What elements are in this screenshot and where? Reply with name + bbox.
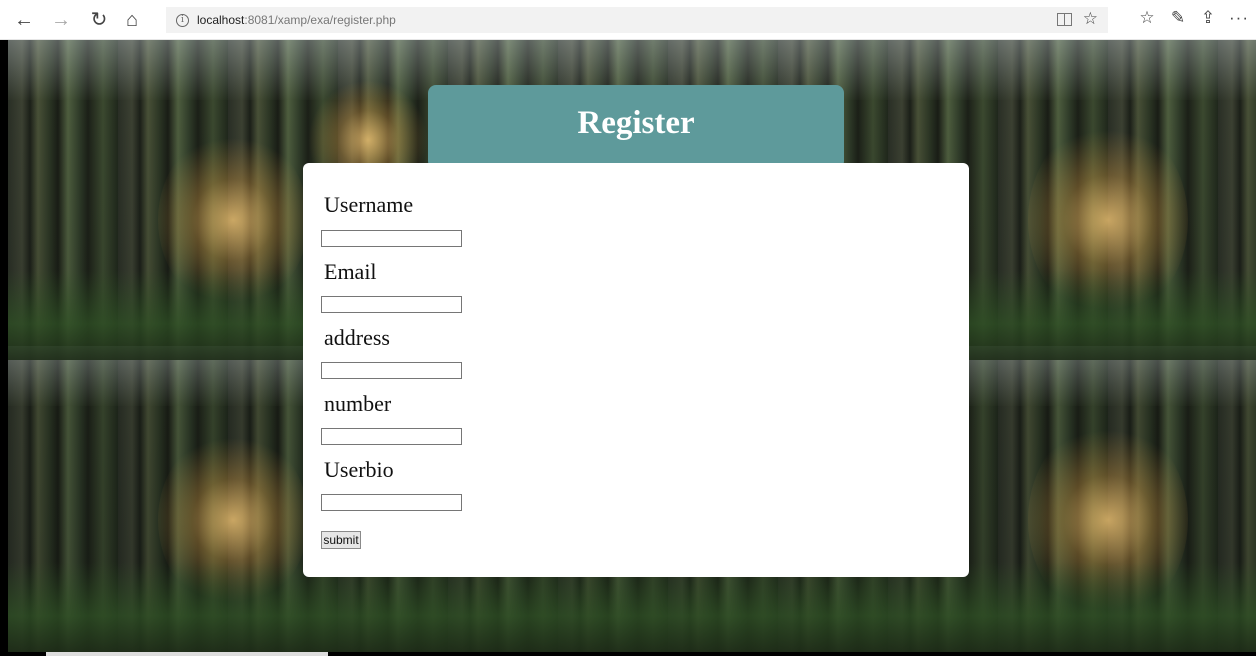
star-icon[interactable]: ☆ [1083, 9, 1098, 29]
email-label: Email [324, 259, 377, 284]
userbio-label: Userbio [324, 457, 394, 482]
username-label: Username [324, 192, 414, 217]
address-input[interactable] [321, 362, 462, 379]
back-arrow-icon[interactable]: ← [12, 8, 36, 32]
userbio-input[interactable] [321, 494, 462, 511]
more-icon[interactable]: ··· [1227, 8, 1251, 28]
url-text[interactable]: localhost:8081/xamp/exa/register.php [197, 13, 396, 27]
refresh-icon[interactable]: ↻ [87, 8, 111, 32]
register-form: Username Email address number Userbio su… [303, 163, 969, 577]
email-input[interactable] [321, 296, 462, 313]
address-label: address [324, 325, 390, 350]
page-title: Register [577, 105, 695, 141]
register-header: Register [428, 85, 844, 169]
submit-button[interactable]: submit [321, 531, 361, 549]
forward-arrow-icon[interactable]: → [49, 8, 73, 32]
number-input[interactable] [321, 428, 462, 445]
username-input[interactable] [321, 230, 462, 247]
taskbar-strip [46, 652, 328, 656]
share-icon[interactable]: ⇪ [1196, 8, 1220, 28]
home-icon[interactable]: ⌂ [120, 8, 144, 32]
browser-toolbar: ← → ↻ ⌂ i localhost:8081/xamp/exa/regist… [0, 0, 1256, 40]
pen-icon[interactable]: ✎ [1166, 8, 1190, 28]
info-icon[interactable]: i [176, 13, 189, 27]
address-bar[interactable]: i localhost:8081/xamp/exa/register.php ☆ [166, 7, 1108, 33]
number-label: number [324, 391, 392, 416]
reading-view-icon[interactable] [1057, 13, 1072, 26]
favorites-list-icon[interactable]: ☆ [1135, 8, 1159, 28]
